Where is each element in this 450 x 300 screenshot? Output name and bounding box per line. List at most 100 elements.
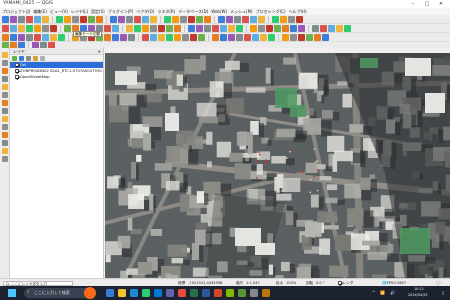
edit-icon[interactable] [180, 15, 187, 23]
windows-start-icon[interactable] [8, 289, 16, 297]
save-icon[interactable] [220, 33, 227, 41]
print-icon[interactable] [10, 24, 17, 32]
open-icon[interactable] [280, 15, 287, 23]
zoom-layer-icon[interactable] [88, 15, 95, 23]
menu-item-5[interactable]: プラグイン(P) [108, 8, 134, 15]
word-icon[interactable] [202, 289, 210, 297]
menu-item-11[interactable]: プロセシング(C) [256, 8, 286, 15]
open-icon[interactable] [212, 33, 219, 41]
store-icon[interactable] [226, 289, 234, 297]
identify-icon[interactable] [344, 24, 351, 32]
zoom-full-icon[interactable] [80, 15, 87, 23]
menu-item-2[interactable]: ビュー(V) [50, 8, 68, 15]
redo-icon[interactable] [2, 100, 8, 106]
copy-icon[interactable] [2, 116, 8, 122]
delete-icon[interactable] [128, 33, 135, 41]
label-icon[interactable] [2, 132, 8, 138]
new-project-icon[interactable] [2, 148, 8, 154]
save-as-icon[interactable] [228, 33, 235, 41]
redo-icon[interactable] [218, 15, 225, 23]
cut-icon[interactable] [2, 108, 8, 114]
refresh-icon[interactable] [336, 24, 343, 32]
settings-app-icon[interactable] [250, 289, 258, 297]
measure-icon[interactable] [58, 33, 65, 41]
paste-icon[interactable] [174, 33, 181, 41]
label-icon[interactable] [182, 33, 189, 41]
menu-item-10[interactable]: メッシュ(M) [230, 8, 253, 15]
print-icon[interactable] [236, 33, 243, 41]
menu-item-0[interactable]: プロジェクト(J) [2, 8, 30, 15]
layout-icon[interactable] [42, 15, 49, 23]
map-canvas[interactable] [105, 53, 450, 278]
menu-item-8[interactable]: データベース(D) [178, 8, 208, 15]
add-vector-icon[interactable] [2, 52, 8, 58]
save-as-icon[interactable] [2, 24, 9, 32]
bookmark-icon[interactable] [112, 24, 119, 32]
measure-icon[interactable] [126, 15, 133, 23]
new-project-icon[interactable] [272, 15, 279, 23]
undo-icon[interactable] [142, 33, 149, 41]
tray-chevron-icon[interactable]: ^ [372, 290, 375, 295]
pan-icon[interactable] [252, 33, 259, 41]
search-icon[interactable] [126, 24, 133, 32]
undo-icon[interactable] [174, 24, 181, 32]
open-icon[interactable] [10, 15, 17, 23]
file-explorer-icon[interactable] [118, 289, 126, 297]
layer-visibility-checkbox[interactable] [15, 69, 19, 73]
expand-all-icon[interactable] [40, 55, 45, 61]
delete-icon[interactable] [166, 24, 173, 32]
task-view-icon[interactable] [106, 289, 114, 297]
minimize-icon[interactable]: – [406, 0, 420, 8]
zoom-full-icon[interactable] [18, 33, 25, 41]
identify-icon[interactable] [110, 15, 117, 23]
menu-item-6[interactable]: ベクタ(O) [136, 8, 154, 15]
save-icon[interactable] [258, 24, 265, 32]
panel-close-icon[interactable]: ✕ [98, 48, 101, 55]
zoom-out-icon[interactable] [72, 15, 79, 23]
paste-icon[interactable] [212, 24, 219, 32]
layout-icon[interactable] [18, 24, 25, 32]
text-icon[interactable] [134, 15, 141, 23]
menu-item-1[interactable]: 編集(E) [33, 8, 47, 15]
refresh-icon[interactable] [96, 15, 103, 23]
notification-icon[interactable]: ▯ [442, 290, 444, 295]
qgis-taskbar-icon[interactable] [238, 289, 246, 297]
pan-icon[interactable] [56, 15, 63, 23]
save-as-icon[interactable] [266, 24, 273, 32]
menu-item-7[interactable]: ラスタ(R) [157, 8, 175, 15]
print-icon[interactable] [34, 15, 41, 23]
cut-icon[interactable] [196, 24, 203, 32]
zoom-full-icon[interactable] [282, 33, 289, 41]
identify-icon[interactable] [306, 33, 313, 41]
zoom-in-icon[interactable] [260, 33, 267, 41]
locator-input[interactable]: Q. ここにレイヤ名を入力 [3, 280, 73, 286]
close-icon[interactable]: ✕ [434, 0, 448, 8]
network-icon[interactable]: 📶 [380, 290, 385, 295]
redo-icon[interactable] [150, 33, 157, 41]
copy-icon[interactable] [166, 33, 173, 41]
label-icon[interactable] [220, 24, 227, 32]
layout-icon[interactable] [282, 24, 289, 32]
save-as-icon[interactable] [296, 15, 303, 23]
zoom-out-icon[interactable] [10, 33, 17, 41]
open-icon[interactable] [250, 24, 257, 32]
select-icon[interactable] [50, 33, 57, 41]
open-layer-styling-icon[interactable] [12, 55, 17, 61]
pan-icon[interactable] [26, 24, 33, 32]
paste-icon[interactable] [2, 124, 8, 130]
menu-item-3[interactable]: レイヤ(L) [71, 8, 88, 15]
copy-icon[interactable] [234, 15, 241, 23]
clock-date[interactable]: 2024/04/25 [408, 293, 428, 297]
zoom-layer-icon[interactable] [290, 33, 297, 41]
redo-icon[interactable] [188, 24, 195, 32]
refresh-icon[interactable] [34, 33, 41, 41]
open-icon[interactable] [2, 156, 8, 162]
new-project-icon[interactable] [198, 33, 205, 41]
excel-icon[interactable] [190, 289, 198, 297]
style-icon[interactable] [228, 24, 235, 32]
cut-icon[interactable] [158, 33, 165, 41]
powerpoint-icon[interactable] [214, 289, 222, 297]
node-icon[interactable] [2, 76, 8, 82]
edit-icon[interactable] [112, 33, 119, 41]
weather-widget-icon[interactable] [84, 287, 96, 299]
